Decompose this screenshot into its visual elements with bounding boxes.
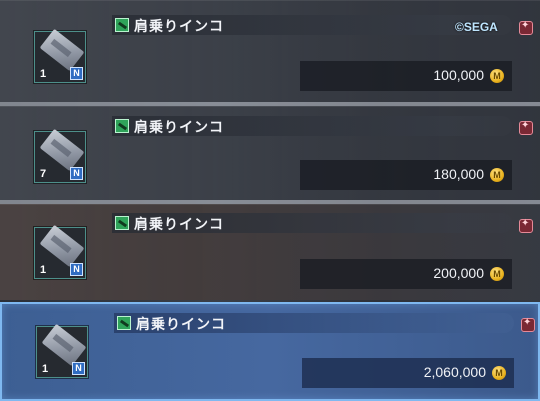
pass-ticket-icon [39, 224, 85, 268]
item-name-bar: 肩乗りインコ [112, 116, 512, 136]
lock-icon [519, 120, 533, 135]
n-badge-icon: N [70, 67, 83, 80]
item-name-bar: 肩乗りインコ [114, 313, 514, 333]
item-quantity: 1 [42, 363, 49, 375]
item-quantity: 1 [40, 68, 47, 80]
item-thumbnail: 7 N [34, 128, 86, 183]
list-item[interactable]: 1 N 肩乗りインコ 200,000 M [0, 204, 540, 300]
list-item[interactable]: 7 N 肩乗りインコ 180,000 M [0, 106, 540, 200]
list-item-selected[interactable]: 1 N 肩乗りインコ 2,060,000 M [0, 302, 540, 401]
item-quantity: 7 [40, 168, 47, 180]
item-price: 200,000 [433, 265, 484, 281]
n-badge-icon: N [70, 167, 83, 180]
price-box: 100,000 M [300, 61, 512, 91]
item-quantity: 1 [40, 264, 47, 276]
item-name: 肩乗りインコ [134, 217, 224, 233]
lock-icon [519, 218, 533, 233]
item-name-bar: 肩乗りインコ [112, 15, 512, 35]
item-list: 1 N 肩乗りインコ 100,000 M 7 N 肩乗りインコ 180,000 … [0, 0, 540, 401]
n-badge-icon: N [72, 362, 85, 375]
list-item[interactable]: 1 N 肩乗りインコ 100,000 M [0, 0, 540, 102]
price-box: 2,060,000 M [302, 358, 514, 388]
item-category-icon [115, 216, 129, 230]
item-category-icon [115, 18, 129, 32]
copyright-notice: ©SEGA [455, 20, 498, 34]
item-thumbnail: 1 N [36, 323, 88, 378]
item-thumbnail: 1 N [34, 224, 86, 279]
n-badge-icon: N [70, 263, 83, 276]
pass-ticket-icon [39, 28, 85, 72]
lock-icon [519, 20, 533, 35]
item-name: 肩乗りインコ [134, 19, 224, 35]
meseta-coin-icon: M [490, 168, 504, 182]
lock-icon [521, 317, 535, 332]
item-price: 2,060,000 [423, 364, 486, 380]
meseta-coin-icon: M [490, 267, 504, 281]
item-category-icon [115, 119, 129, 133]
meseta-coin-icon: M [490, 69, 504, 83]
price-box: 180,000 M [300, 160, 512, 190]
item-price: 180,000 [433, 166, 484, 182]
pass-ticket-icon [41, 323, 87, 367]
item-price: 100,000 [433, 67, 484, 83]
item-name: 肩乗りインコ [134, 120, 224, 136]
pass-ticket-icon [39, 128, 85, 172]
item-name: 肩乗りインコ [136, 317, 226, 333]
item-category-icon [117, 316, 131, 330]
price-box: 200,000 M [300, 259, 512, 289]
meseta-coin-icon: M [492, 366, 506, 380]
item-name-bar: 肩乗りインコ [112, 213, 512, 233]
item-thumbnail: 1 N [34, 28, 86, 83]
